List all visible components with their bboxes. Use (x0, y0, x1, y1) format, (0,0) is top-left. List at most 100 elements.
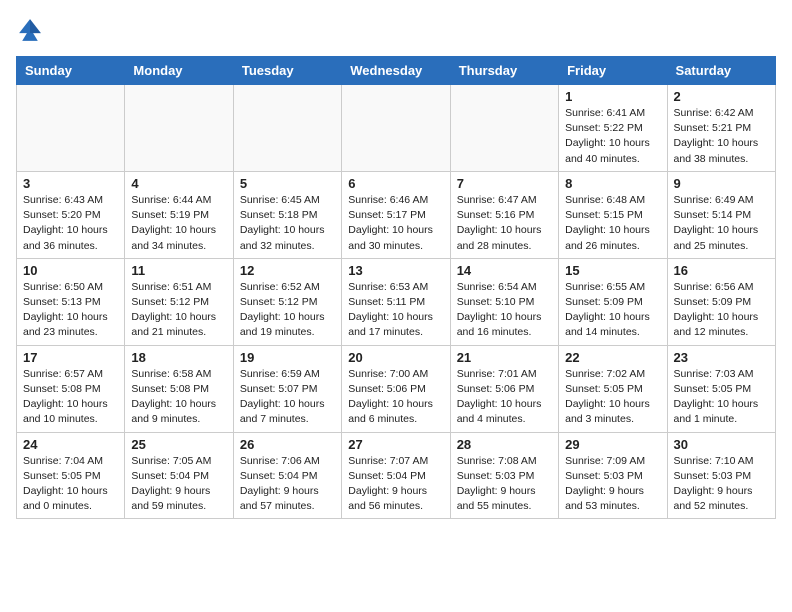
calendar-cell: 20Sunrise: 7:00 AM Sunset: 5:06 PM Dayli… (342, 345, 450, 432)
day-number: 2 (674, 89, 769, 104)
calendar-cell: 5 Sunrise: 6:45 AM Sunset: 5:18 PM Daylig… (233, 171, 341, 258)
day-info: Sunrise: 6:45 AM Sunset: 5:18 PM Dayligh… (240, 193, 335, 254)
day-info: Sunrise: 6:57 AM Sunset: 5:08 PM Dayligh… (23, 367, 118, 428)
day-info: Sunrise: 6:58 AM Sunset: 5:08 PM Dayligh… (131, 367, 226, 428)
weekday-header-friday: Friday (559, 57, 667, 85)
calendar-cell: 28Sunrise: 7:08 AM Sunset: 5:03 PM Dayli… (450, 432, 558, 519)
day-info: Sunrise: 7:08 AM Sunset: 5:03 PM Dayligh… (457, 454, 552, 515)
day-info: Sunrise: 7:07 AM Sunset: 5:04 PM Dayligh… (348, 454, 443, 515)
day-info: Sunrise: 7:04 AM Sunset: 5:05 PM Dayligh… (23, 454, 118, 515)
day-number: 13 (348, 263, 443, 278)
day-info: Sunrise: 6:56 AM Sunset: 5:09 PM Dayligh… (674, 280, 769, 341)
calendar-body: 1 Sunrise: 6:41 AM Sunset: 5:22 PM Daylig… (17, 85, 776, 519)
day-info: Sunrise: 7:06 AM Sunset: 5:04 PM Dayligh… (240, 454, 335, 515)
day-info: Sunrise: 6:42 AM Sunset: 5:21 PM Dayligh… (674, 106, 769, 167)
day-number: 21 (457, 350, 552, 365)
calendar-cell: 25 Sunrise: 7:05 AM Sunset: 5:04 PM Dayli… (125, 432, 233, 519)
calendar-week-5: 24 Sunrise: 7:04 AM Sunset: 5:05 PM Dayli… (17, 432, 776, 519)
calendar-cell (125, 85, 233, 172)
day-number: 23 (674, 350, 769, 365)
calendar-cell: 24 Sunrise: 7:04 AM Sunset: 5:05 PM Dayli… (17, 432, 125, 519)
calendar-cell: 10 Sunrise: 6:50 AM Sunset: 5:13 PM Dayli… (17, 258, 125, 345)
day-number: 3 (23, 176, 118, 191)
weekday-header-monday: Monday (125, 57, 233, 85)
day-number: 30 (674, 437, 769, 452)
day-number: 1 (565, 89, 660, 104)
day-number: 27 (348, 437, 443, 452)
weekday-header-thursday: Thursday (450, 57, 558, 85)
calendar-cell: 26Sunrise: 7:06 AM Sunset: 5:04 PM Dayli… (233, 432, 341, 519)
calendar-cell (342, 85, 450, 172)
day-number: 18 (131, 350, 226, 365)
calendar-cell: 18 Sunrise: 6:58 AM Sunset: 5:08 PM Dayli… (125, 345, 233, 432)
day-number: 17 (23, 350, 118, 365)
logo (16, 16, 48, 44)
day-number: 5 (240, 176, 335, 191)
calendar-cell: 22Sunrise: 7:02 AM Sunset: 5:05 PM Dayli… (559, 345, 667, 432)
day-number: 16 (674, 263, 769, 278)
calendar-cell (450, 85, 558, 172)
day-number: 14 (457, 263, 552, 278)
day-info: Sunrise: 6:50 AM Sunset: 5:13 PM Dayligh… (23, 280, 118, 341)
day-info: Sunrise: 6:48 AM Sunset: 5:15 PM Dayligh… (565, 193, 660, 254)
day-number: 12 (240, 263, 335, 278)
calendar-week-4: 17 Sunrise: 6:57 AM Sunset: 5:08 PM Dayli… (17, 345, 776, 432)
day-info: Sunrise: 6:52 AM Sunset: 5:12 PM Dayligh… (240, 280, 335, 341)
day-info: Sunrise: 7:01 AM Sunset: 5:06 PM Dayligh… (457, 367, 552, 428)
weekday-header-wednesday: Wednesday (342, 57, 450, 85)
day-number: 7 (457, 176, 552, 191)
calendar-cell: 15 Sunrise: 6:55 AM Sunset: 5:09 PM Dayli… (559, 258, 667, 345)
calendar-cell: 6 Sunrise: 6:46 AM Sunset: 5:17 PM Daylig… (342, 171, 450, 258)
day-info: Sunrise: 7:03 AM Sunset: 5:05 PM Dayligh… (674, 367, 769, 428)
calendar-table: SundayMondayTuesdayWednesdayThursdayFrid… (16, 56, 776, 519)
day-number: 4 (131, 176, 226, 191)
day-info: Sunrise: 6:51 AM Sunset: 5:12 PM Dayligh… (131, 280, 226, 341)
weekday-header-sunday: Sunday (17, 57, 125, 85)
calendar-cell: 30 Sunrise: 7:10 AM Sunset: 5:03 PM Dayli… (667, 432, 775, 519)
calendar-cell: 1 Sunrise: 6:41 AM Sunset: 5:22 PM Daylig… (559, 85, 667, 172)
day-number: 25 (131, 437, 226, 452)
calendar-week-1: 1 Sunrise: 6:41 AM Sunset: 5:22 PM Daylig… (17, 85, 776, 172)
calendar-cell: 4 Sunrise: 6:44 AM Sunset: 5:19 PM Daylig… (125, 171, 233, 258)
day-info: Sunrise: 6:53 AM Sunset: 5:11 PM Dayligh… (348, 280, 443, 341)
day-info: Sunrise: 6:41 AM Sunset: 5:22 PM Dayligh… (565, 106, 660, 167)
day-info: Sunrise: 7:00 AM Sunset: 5:06 PM Dayligh… (348, 367, 443, 428)
day-number: 11 (131, 263, 226, 278)
calendar-cell: 27 Sunrise: 7:07 AM Sunset: 5:04 PM Dayli… (342, 432, 450, 519)
calendar-cell: 21 Sunrise: 7:01 AM Sunset: 5:06 PM Dayli… (450, 345, 558, 432)
day-info: Sunrise: 7:05 AM Sunset: 5:04 PM Dayligh… (131, 454, 226, 515)
day-info: Sunrise: 6:44 AM Sunset: 5:19 PM Dayligh… (131, 193, 226, 254)
day-info: Sunrise: 6:43 AM Sunset: 5:20 PM Dayligh… (23, 193, 118, 254)
day-info: Sunrise: 6:47 AM Sunset: 5:16 PM Dayligh… (457, 193, 552, 254)
weekday-header-tuesday: Tuesday (233, 57, 341, 85)
calendar-cell: 14 Sunrise: 6:54 AM Sunset: 5:10 PM Dayli… (450, 258, 558, 345)
day-number: 8 (565, 176, 660, 191)
day-number: 6 (348, 176, 443, 191)
day-info: Sunrise: 6:55 AM Sunset: 5:09 PM Dayligh… (565, 280, 660, 341)
logo-icon (16, 16, 44, 44)
calendar-cell: 16 Sunrise: 6:56 AM Sunset: 5:09 PM Dayli… (667, 258, 775, 345)
calendar-cell (17, 85, 125, 172)
day-info: Sunrise: 6:54 AM Sunset: 5:10 PM Dayligh… (457, 280, 552, 341)
day-info: Sunrise: 6:59 AM Sunset: 5:07 PM Dayligh… (240, 367, 335, 428)
day-number: 10 (23, 263, 118, 278)
calendar-cell: 12 Sunrise: 6:52 AM Sunset: 5:12 PM Dayli… (233, 258, 341, 345)
page-header (16, 16, 776, 44)
calendar-cell: 23 Sunrise: 7:03 AM Sunset: 5:05 PM Dayli… (667, 345, 775, 432)
day-info: Sunrise: 6:46 AM Sunset: 5:17 PM Dayligh… (348, 193, 443, 254)
calendar-header-row: SundayMondayTuesdayWednesdayThursdayFrid… (17, 57, 776, 85)
day-number: 9 (674, 176, 769, 191)
calendar-week-3: 10 Sunrise: 6:50 AM Sunset: 5:13 PM Dayli… (17, 258, 776, 345)
day-number: 22 (565, 350, 660, 365)
calendar-cell: 8 Sunrise: 6:48 AM Sunset: 5:15 PM Daylig… (559, 171, 667, 258)
day-info: Sunrise: 7:10 AM Sunset: 5:03 PM Dayligh… (674, 454, 769, 515)
calendar-cell: 13 Sunrise: 6:53 AM Sunset: 5:11 PM Dayli… (342, 258, 450, 345)
day-number: 24 (23, 437, 118, 452)
calendar-cell: 2 Sunrise: 6:42 AM Sunset: 5:21 PM Daylig… (667, 85, 775, 172)
calendar-cell: 19 Sunrise: 6:59 AM Sunset: 5:07 PM Dayli… (233, 345, 341, 432)
day-number: 29 (565, 437, 660, 452)
day-number: 19 (240, 350, 335, 365)
day-number: 15 (565, 263, 660, 278)
calendar-cell: 9 Sunrise: 6:49 AM Sunset: 5:14 PM Daylig… (667, 171, 775, 258)
day-info: Sunrise: 6:49 AM Sunset: 5:14 PM Dayligh… (674, 193, 769, 254)
